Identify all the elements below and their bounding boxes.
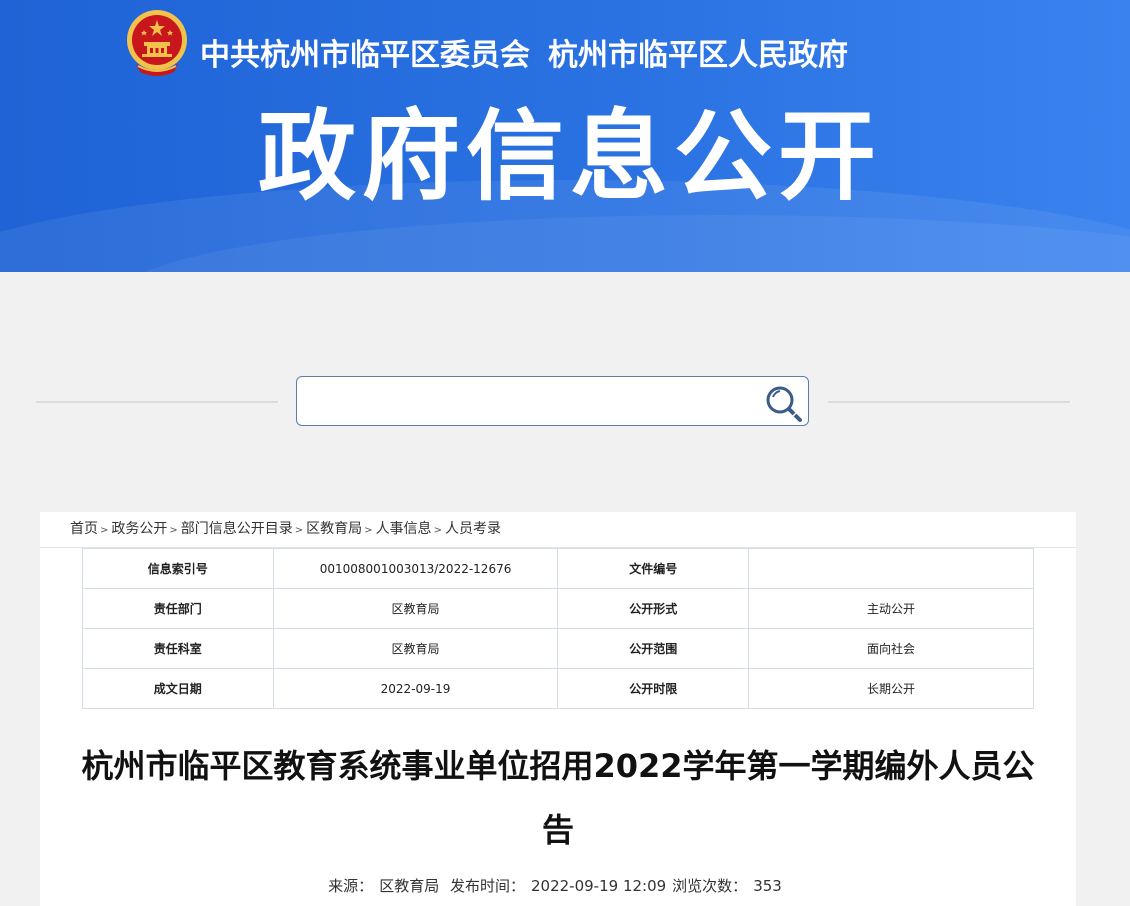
publish-label: 发布时间：: [449, 877, 525, 895]
divider-right: [828, 401, 1070, 403]
table-row: 信息索引号 001008001003013/2022-12676 文件编号: [82, 548, 1034, 589]
meta-value: 001008001003013/2022-12676: [272, 548, 559, 589]
source-value: 区教育局: [379, 877, 440, 895]
search-input[interactable]: [305, 383, 745, 419]
meta-key: 公开时限: [557, 668, 750, 709]
meta-key: 成文日期: [82, 668, 274, 709]
table-row: 责任科室 区教育局 公开范围 面向社会: [82, 628, 1034, 669]
meta-key: 信息索引号: [82, 548, 274, 589]
breadcrumb-dept-catalog[interactable]: 部门信息公开目录: [181, 521, 293, 537]
search-box[interactable]: [296, 376, 809, 426]
article-title: 杭州市临平区教育系统事业单位招用2022学年第一学期编外人员公告: [81, 747, 1035, 849]
breadcrumb-separator: >: [433, 525, 442, 536]
meta-value: 区教育局: [272, 588, 559, 629]
views-count: 353: [753, 877, 782, 895]
header-banner: 中共杭州市临平区委员会 杭州市临平区人民政府 政府信息公开: [0, 0, 1130, 272]
breadcrumb-separator: >: [364, 525, 373, 536]
breadcrumb-recruitment[interactable]: 人员考录: [445, 521, 501, 537]
breadcrumb-personnel-info[interactable]: 人事信息: [376, 521, 432, 537]
meta-value: 区教育局: [272, 628, 559, 669]
source-label: 来源：: [328, 877, 374, 895]
org-title: 中共杭州市临平区委员会 杭州市临平区人民政府: [200, 30, 848, 74]
meta-key: 责任部门: [82, 588, 274, 629]
publish-time: 2022-09-19 12:09: [531, 877, 667, 895]
breadcrumb-home[interactable]: 首页: [70, 521, 98, 537]
meta-value: 主动公开: [748, 588, 1034, 629]
meta-value: 2022-09-19: [272, 668, 559, 709]
info-meta-table: 信息索引号 001008001003013/2022-12676 文件编号 责任…: [82, 548, 1034, 709]
meta-key: 公开形式: [557, 588, 750, 629]
org-party-name: 中共杭州市临平区委员会: [200, 38, 530, 73]
meta-key: 责任科室: [82, 628, 274, 669]
breadcrumb: 首页 > 政务公开 > 部门信息公开目录 > 区教育局 > 人事信息 > 人员考录: [70, 518, 501, 538]
breadcrumb-separator: >: [100, 525, 109, 536]
meta-key: 文件编号: [557, 548, 750, 589]
org-gov-name: 杭州市临平区人民政府: [548, 38, 848, 73]
breadcrumb-gov-affairs[interactable]: 政务公开: [111, 521, 167, 537]
divider-left: [36, 401, 278, 403]
meta-value: 面向社会: [748, 628, 1034, 669]
content-panel: 首页 > 政务公开 > 部门信息公开目录 > 区教育局 > 人事信息 > 人员考录 信息索引号 00…: [40, 512, 1076, 906]
article-meta: 来源： 区教育局 发布时间： 2022-09-19 12:09 浏览次数： 353: [40, 875, 1076, 896]
breadcrumb-separator: >: [169, 525, 178, 536]
meta-value: [748, 548, 1034, 589]
table-row: 责任部门 区教育局 公开形式 主动公开: [82, 588, 1034, 629]
national-emblem-icon: [127, 10, 187, 76]
table-row: 成文日期 2022-09-19 公开时限 长期公开: [82, 668, 1034, 709]
views-label: 浏览次数：: [672, 877, 748, 895]
meta-key: 公开范围: [557, 628, 750, 669]
site-title: 政府信息公开: [258, 100, 883, 214]
breadcrumb-separator: >: [294, 525, 304, 536]
meta-value: 长期公开: [748, 668, 1034, 709]
search-icon[interactable]: [762, 383, 804, 425]
breadcrumb-education-bureau[interactable]: 区教育局: [306, 521, 362, 537]
